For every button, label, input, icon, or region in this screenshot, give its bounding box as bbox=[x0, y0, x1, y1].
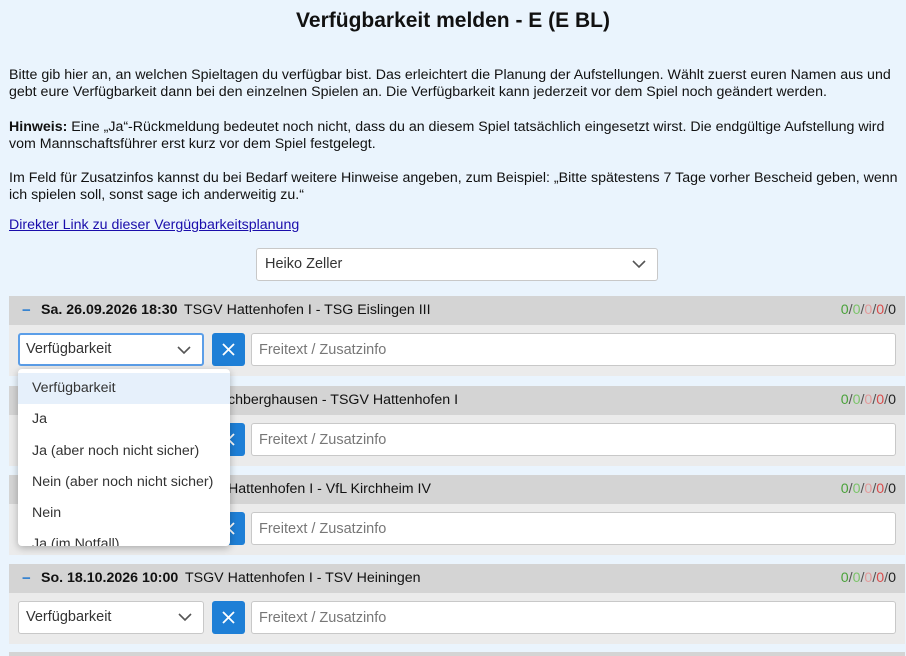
dropdown-option[interactable]: Nein (aber noch nicht sicher) bbox=[18, 467, 230, 498]
match-teams: Hattenhofen I - VfL Kirchheim IV bbox=[228, 481, 431, 497]
match-row: Verfügbarkeit bbox=[9, 593, 905, 644]
close-icon bbox=[222, 611, 235, 624]
dropdown-option[interactable]: Ja bbox=[18, 404, 230, 435]
match-header: − Sa. 26.09.2026 18:30 TSGV Hattenhofen … bbox=[9, 296, 905, 325]
intro-text: Bitte gib hier an, an welchen Spieltagen… bbox=[9, 67, 891, 100]
chevron-down-icon bbox=[632, 260, 646, 269]
availability-counts: 0/0/0/0/0 bbox=[840, 392, 896, 408]
count-total: 0 bbox=[888, 570, 896, 586]
count-total: 0 bbox=[888, 481, 896, 497]
freetext-input[interactable] bbox=[251, 333, 896, 366]
availability-value: Verfügbarkeit bbox=[26, 609, 112, 625]
close-icon bbox=[222, 343, 235, 356]
availability-counts: 0/0/0/0/0 bbox=[840, 302, 896, 318]
count-no: 0 bbox=[876, 302, 885, 318]
minus-icon[interactable]: − bbox=[22, 296, 31, 325]
count-total: 0 bbox=[888, 392, 896, 408]
match-date: Sa. 26.09.2026 18:30 bbox=[41, 302, 178, 318]
count-yes: 0 bbox=[840, 302, 849, 318]
hint-text: Hinweis: Eine „Ja“-Rückmeldung bedeutet … bbox=[9, 119, 901, 153]
availability-counts: 0/0/0/0/0 bbox=[840, 481, 896, 497]
dropdown-option[interactable]: Nein bbox=[18, 498, 230, 529]
match-header: − So. 18.10.2026 10:00 TSGV Hattenhofen … bbox=[9, 564, 905, 593]
freetext-input[interactable] bbox=[251, 423, 896, 456]
count-no: 0 bbox=[876, 570, 885, 586]
count-no: 0 bbox=[876, 481, 885, 497]
extra-info-text: Im Feld für Zusatzinfos kannst du bei Be… bbox=[9, 170, 898, 203]
count-total: 0 bbox=[888, 302, 896, 318]
player-name-select[interactable]: Heiko Zeller bbox=[256, 248, 658, 281]
clear-button[interactable] bbox=[212, 333, 245, 366]
match-teams: chberghausen - TSGV Hattenhofen I bbox=[228, 392, 459, 408]
match-date: So. 18.10.2026 10:00 bbox=[41, 570, 179, 586]
availability-select[interactable]: Verfügbarkeit bbox=[18, 333, 204, 366]
player-name-value: Heiko Zeller bbox=[265, 256, 343, 272]
count-yes: 0 bbox=[840, 481, 849, 497]
dropdown-option[interactable]: Verfügbarkeit bbox=[18, 373, 230, 404]
hint-body: Eine „Ja“-Rückmeldung bedeutet noch nich… bbox=[9, 119, 885, 152]
chevron-down-icon bbox=[178, 613, 192, 622]
hint-label: Hinweis: bbox=[9, 119, 68, 135]
direct-link[interactable]: Direkter Link zu dieser Vergügbarkeitspl… bbox=[9, 217, 299, 233]
match-block-4: − So. 18.10.2026 10:00 TSGV Hattenhofen … bbox=[9, 564, 905, 644]
count-yes: 0 bbox=[840, 392, 849, 408]
availability-dropdown: Verfügbarkeit Ja Ja (aber noch nicht sic… bbox=[18, 369, 230, 546]
count-no: 0 bbox=[876, 392, 885, 408]
freetext-input[interactable] bbox=[251, 512, 896, 545]
availability-value: Verfügbarkeit bbox=[26, 341, 112, 357]
dropdown-option[interactable]: Ja (im Notfall) bbox=[18, 529, 230, 546]
minus-icon[interactable]: − bbox=[22, 564, 31, 593]
match-block-1: − Sa. 26.09.2026 18:30 TSGV Hattenhofen … bbox=[9, 296, 905, 376]
count-yes: 0 bbox=[840, 570, 849, 586]
dropdown-option[interactable]: Ja (aber noch nicht sicher) bbox=[18, 436, 230, 467]
chevron-down-icon bbox=[177, 346, 191, 355]
availability-select[interactable]: Verfügbarkeit bbox=[18, 601, 204, 634]
availability-counts: 0/0/0/0/0 bbox=[840, 570, 896, 586]
page-title: Verfügbarkeit melden - E (E BL) bbox=[296, 9, 610, 32]
next-match-header bbox=[9, 652, 905, 656]
match-teams: TSGV Hattenhofen I - TSG Eislingen III bbox=[184, 302, 431, 318]
clear-button[interactable] bbox=[212, 601, 245, 634]
freetext-input[interactable] bbox=[251, 601, 896, 634]
match-teams: TSGV Hattenhofen I - TSV Heiningen bbox=[185, 570, 421, 586]
